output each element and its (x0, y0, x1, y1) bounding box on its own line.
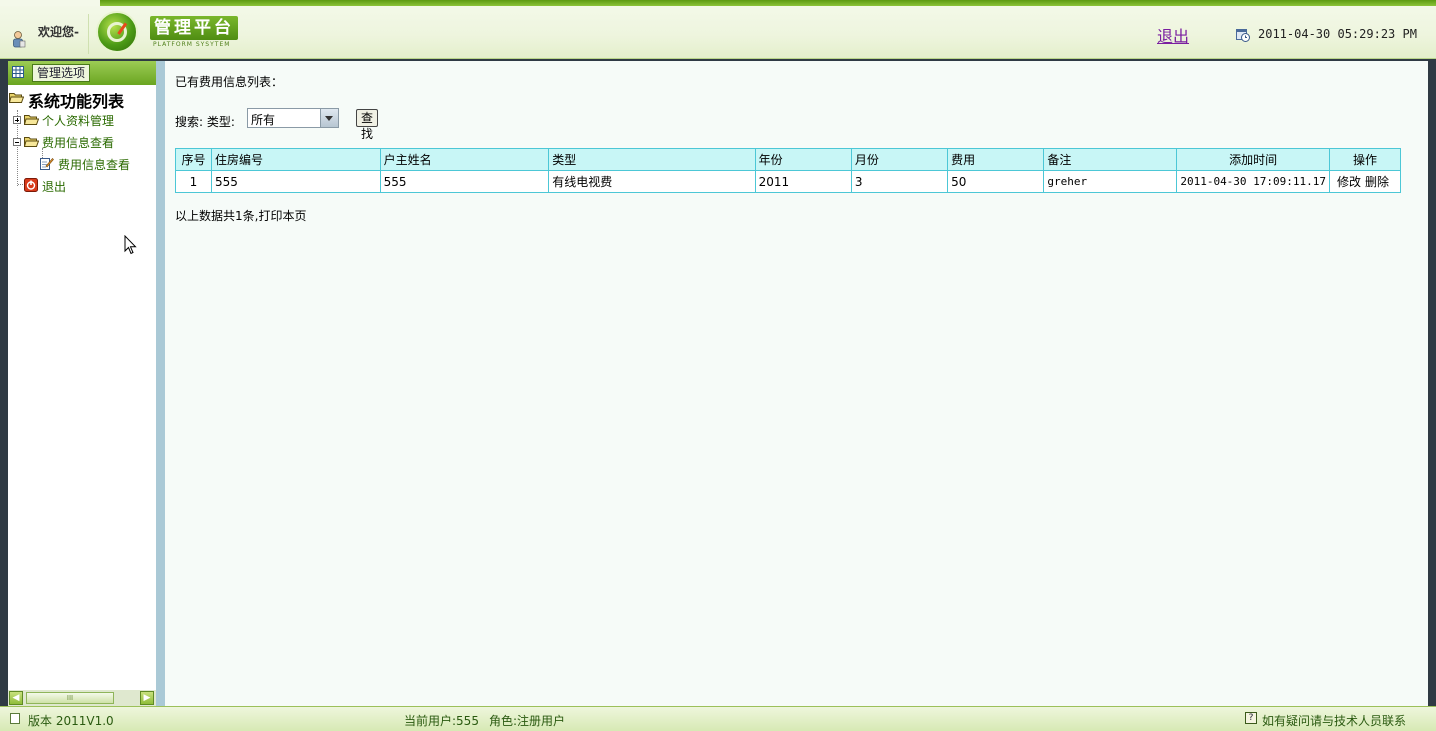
type-select[interactable]: 所有 (247, 108, 339, 128)
welcome-area: 欢迎您- (8, 14, 89, 54)
panel-splitter[interactable] (156, 61, 165, 706)
column-header: 添加时间 (1176, 148, 1331, 171)
cell-no: 1 (175, 170, 212, 193)
manage-options-button[interactable]: 管理选项 (32, 64, 91, 82)
cell-owner: 555 (379, 170, 550, 193)
logo-icon (96, 11, 138, 53)
header-logout-link[interactable]: 退出 (1157, 23, 1189, 47)
sidebar-item-label[interactable]: 退出 (42, 178, 66, 195)
table-row: 1 555 555 有线电视费 2011 3 50 greher 2011-04… (175, 170, 1401, 193)
footer-help-text: 如有疑问请与技术人员联系 (1262, 714, 1407, 728)
edit-document-icon (40, 158, 54, 170)
document-icon (10, 713, 20, 724)
cell-note: greher (1043, 170, 1178, 193)
sidebar-header: 管理选项 (8, 61, 156, 85)
edit-link[interactable]: 修改 (1337, 175, 1361, 189)
sidebar-item-label[interactable]: 费用信息查看 (42, 134, 114, 151)
sidebar-item-fee-folder[interactable]: 费用信息查看 (8, 132, 156, 152)
table-icon (12, 66, 24, 78)
scroll-left-icon[interactable]: ◀ (9, 691, 23, 705)
header-top-stripe (0, 0, 1436, 6)
sidebar-item-fee-view[interactable]: 费用信息查看 (8, 154, 156, 174)
scroll-thumb[interactable]: III (26, 692, 114, 704)
clock-icon (1236, 29, 1250, 42)
main-content: 已有费用信息列表： 搜索: 类型: 所有 查找 序号 住房编号 户主姓名 类型 … (165, 61, 1428, 706)
platform-title: 管理平台 (150, 16, 238, 40)
cell-month: 3 (850, 170, 949, 193)
header-top-stripe-cut (0, 0, 100, 6)
welcome-text: 欢迎您- (38, 25, 79, 39)
fee-table: 序号 住房编号 户主姓名 类型 年份 月份 费用 备注 添加时间 操作 1 55… (175, 148, 1401, 193)
delete-link[interactable]: 删除 (1365, 175, 1389, 189)
sidebar-item-label[interactable]: 个人资料管理 (42, 112, 114, 129)
column-header: 年份 (754, 148, 852, 171)
tree-root-label: 系统功能列表 (28, 92, 125, 111)
mouse-cursor-icon (124, 235, 137, 255)
search-label: 搜索: 类型: (175, 115, 235, 129)
column-header: 备注 (1043, 148, 1178, 171)
sidebar-item-logout[interactable]: 退出 (8, 176, 156, 196)
scroll-right-icon[interactable]: ▶ (140, 691, 154, 705)
table-header-row: 序号 住房编号 户主姓名 类型 年份 月份 费用 备注 添加时间 操作 (175, 148, 1401, 171)
column-header: 类型 (548, 148, 756, 171)
window-right-edge (1428, 61, 1436, 706)
header-datetime: 2011-04-30 05:29:23 PM (1258, 27, 1417, 41)
folder-icon (24, 115, 39, 125)
chevron-down-icon[interactable] (320, 109, 338, 127)
cell-house: 555 (210, 170, 381, 193)
cell-added: 2011-04-30 17:09:11.17 (1176, 170, 1331, 193)
cell-actions: 修改 删除 (1329, 170, 1401, 193)
find-button[interactable]: 查找 (356, 109, 379, 141)
header-bar: 欢迎您- 管理平台 PLATFORM SYSYTEM 退出 2011-04-30… (0, 0, 1436, 59)
column-header: 住房编号 (210, 148, 381, 171)
sidebar: 管理选项 系统功能列表 个人资料管理 费用信息查看 费用信息查看 退出 ◀ II… (8, 61, 156, 706)
type-select-value[interactable]: 所有 (251, 111, 275, 128)
cell-fee: 50 (947, 170, 1045, 193)
footer-current-user: 当前用户:555 (404, 714, 479, 728)
user-icon (13, 31, 26, 48)
expand-icon[interactable] (13, 116, 21, 124)
footer-version: 版本 2011V1.0 (28, 714, 114, 728)
column-header: 户主姓名 (379, 148, 550, 171)
platform-subtitle: PLATFORM SYSYTEM (153, 41, 231, 48)
sidebar-horizontal-scrollbar[interactable]: ◀ III ▶ (8, 690, 156, 706)
table-summary: 以上数据共1条,打印本页 (175, 209, 307, 223)
power-icon (24, 178, 38, 192)
column-header: 序号 (175, 148, 212, 171)
folder-open-icon (9, 93, 24, 103)
collapse-icon[interactable] (13, 138, 21, 146)
sidebar-item-label[interactable]: 费用信息查看 (58, 156, 130, 173)
column-header: 月份 (850, 148, 949, 171)
column-header: 操作 (1329, 148, 1401, 171)
folder-open-icon (24, 137, 39, 147)
list-title: 已有费用信息列表： (175, 75, 284, 89)
cell-year: 2011 (754, 170, 852, 193)
footer-role: 角色:注册用户 (489, 714, 566, 728)
sidebar-item-profile[interactable]: 个人资料管理 (8, 110, 156, 130)
cell-type: 有线电视费 (548, 170, 756, 193)
column-header: 费用 (947, 148, 1045, 171)
help-icon: ? (1245, 712, 1257, 724)
footer-bar: 版本 2011V1.0 当前用户:555 角色:注册用户 ? 如有疑问请与技术人… (0, 706, 1436, 731)
